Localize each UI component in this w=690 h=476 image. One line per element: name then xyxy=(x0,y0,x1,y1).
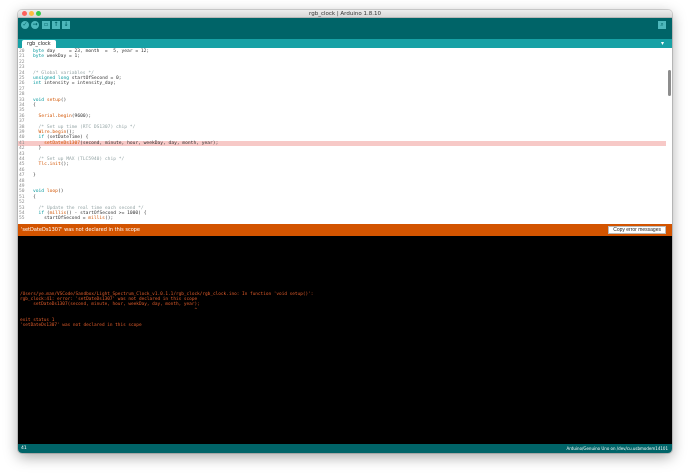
board-port-info: Arduino/Genuino Uno on /dev/cu.usbmodem1… xyxy=(567,444,668,453)
editor-scrollbar-thumb[interactable] xyxy=(668,70,671,96)
open-sketch-button[interactable]: ↑ xyxy=(52,21,60,29)
console-line: ^ xyxy=(20,308,197,313)
copy-error-messages-button[interactable]: Copy error messages xyxy=(608,226,666,234)
window-title: rgb_clock | Arduino 1.8.10 xyxy=(18,10,672,18)
error-status-bar: 'setDateDs1307' was not declared in this… xyxy=(18,224,672,236)
new-sketch-button[interactable]: ▫ xyxy=(42,21,50,29)
error-message: 'setDateDs1307' was not declared in this… xyxy=(21,224,140,236)
footer-status: 41 Arduino/Genuino Uno on /dev/cu.usbmod… xyxy=(18,444,672,453)
arduino-ide-window: rgb_clock | Arduino 1.8.10 ✓ → ▫ ↑ ↓ ⌕ r… xyxy=(18,10,672,453)
console-line: 'setDateDs1307' was not declared in this… xyxy=(20,323,142,328)
title-bar: rgb_clock | Arduino 1.8.10 xyxy=(18,10,672,18)
code-editor[interactable]: 20byte day = 23, month = 5, year = 12;21… xyxy=(18,48,672,224)
line-number: 55 xyxy=(19,216,33,221)
toolbar: ✓ → ▫ ↑ ↓ ⌕ xyxy=(18,18,672,39)
serial-monitor-icon[interactable]: ⌕ xyxy=(658,21,666,29)
verify-button[interactable]: ✓ xyxy=(21,21,29,29)
code-text: startOfSecond = millis(); xyxy=(33,216,113,221)
tab-menu-chevron-down-icon[interactable]: ▾ xyxy=(659,40,666,47)
upload-button[interactable]: → xyxy=(31,21,39,29)
current-line-number: 41 xyxy=(21,444,27,453)
save-sketch-button[interactable]: ↓ xyxy=(62,21,70,29)
code-line[interactable]: 55 startOfSecond = millis(); xyxy=(18,216,666,221)
tab-rgb-clock[interactable]: rgb_clock xyxy=(22,40,56,48)
console-output[interactable]: /Users/ye.man/VSCode/Sandbox/Light_Spect… xyxy=(18,236,672,444)
tab-bar: rgb_clock ▾ xyxy=(18,39,672,48)
